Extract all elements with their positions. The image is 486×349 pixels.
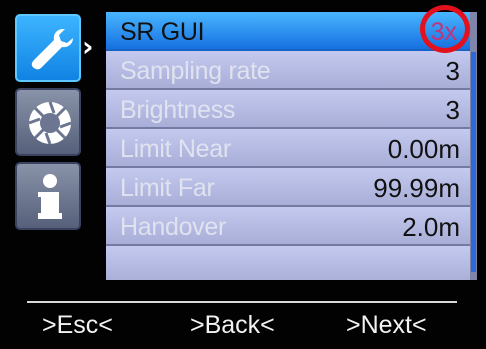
menu-item-label: Limit Near	[120, 135, 231, 163]
menu-item-label: Sampling rate	[120, 57, 271, 85]
menu-header-row: SR GUI 3x	[106, 12, 470, 51]
selected-tab-indicator: ›	[82, 30, 94, 63]
softkey-divider	[27, 301, 457, 303]
sidebar-tabs	[15, 14, 81, 230]
device-screen: › SR GUI 3x Sampling rate 3 Brightness 3…	[0, 0, 486, 349]
camera-aperture-icon	[28, 101, 72, 145]
menu-item-value: 3	[445, 56, 460, 86]
menu-item-sampling-rate[interactable]: Sampling rate 3	[106, 51, 470, 90]
scrollbar-thumb[interactable]	[471, 52, 476, 272]
menu-item-value: 0.00m	[387, 134, 460, 164]
esc-button[interactable]: >Esc<	[42, 309, 113, 341]
menu-item-value: 3	[445, 95, 460, 125]
menu-item-label: Handover	[120, 213, 226, 241]
info-icon	[38, 174, 62, 219]
next-button[interactable]: >Next<	[346, 309, 427, 341]
menu-item-label: Brightness	[120, 96, 236, 124]
menu-item-limit-near[interactable]: Limit Near 0.00m	[106, 129, 470, 168]
menu-title: SR GUI	[120, 18, 205, 46]
tab-camera[interactable]	[15, 88, 81, 156]
menu-item-limit-far[interactable]: Limit Far 99.99m	[106, 168, 470, 207]
menu-item-value: 99.99m	[373, 173, 460, 203]
menu-item-handover[interactable]: Handover 2.0m	[106, 207, 470, 246]
back-button[interactable]: >Back<	[190, 309, 275, 341]
wrench-icon	[31, 29, 73, 70]
menu-item-partial	[106, 246, 470, 280]
tab-info[interactable]	[15, 162, 81, 230]
menu-item-label: Limit Far	[120, 174, 215, 202]
settings-menu: SR GUI 3x Sampling rate 3 Brightness 3 L…	[106, 12, 477, 280]
annotation-circle	[420, 5, 470, 53]
menu-scrollbar[interactable]	[470, 12, 477, 280]
menu-item-value: 2.0m	[402, 212, 460, 242]
menu-item-brightness[interactable]: Brightness 3	[106, 90, 470, 129]
tab-tools[interactable]	[15, 14, 81, 82]
